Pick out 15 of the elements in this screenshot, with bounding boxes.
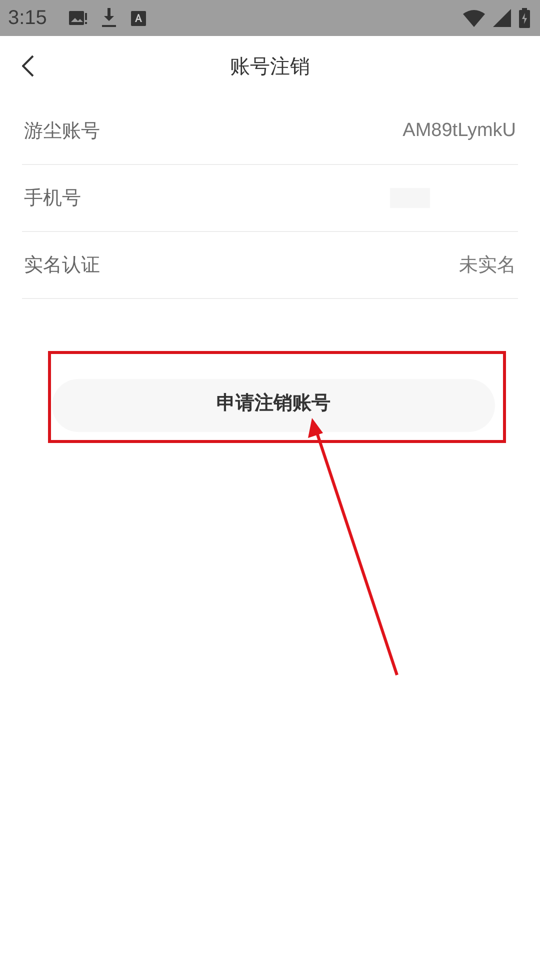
image-icon — [68, 10, 87, 26]
font-icon — [130, 10, 146, 26]
page-title: 账号注销 — [230, 52, 310, 80]
battery-icon — [519, 8, 530, 28]
status-time: 3:15 — [8, 6, 47, 30]
download-icon — [100, 8, 117, 28]
apply-cancel-button[interactable]: 申请注销账号 — [52, 379, 495, 432]
field-value: 未实名 — [459, 254, 516, 278]
wifi-icon — [463, 10, 485, 26]
signal-icon — [493, 9, 511, 27]
field-label: 手机号 — [24, 186, 81, 211]
back-icon — [22, 55, 34, 77]
field-label: 游尘账号 — [24, 119, 100, 144]
field-label: 实名认证 — [24, 253, 100, 278]
field-value: AM89tLymkU — [402, 120, 516, 142]
